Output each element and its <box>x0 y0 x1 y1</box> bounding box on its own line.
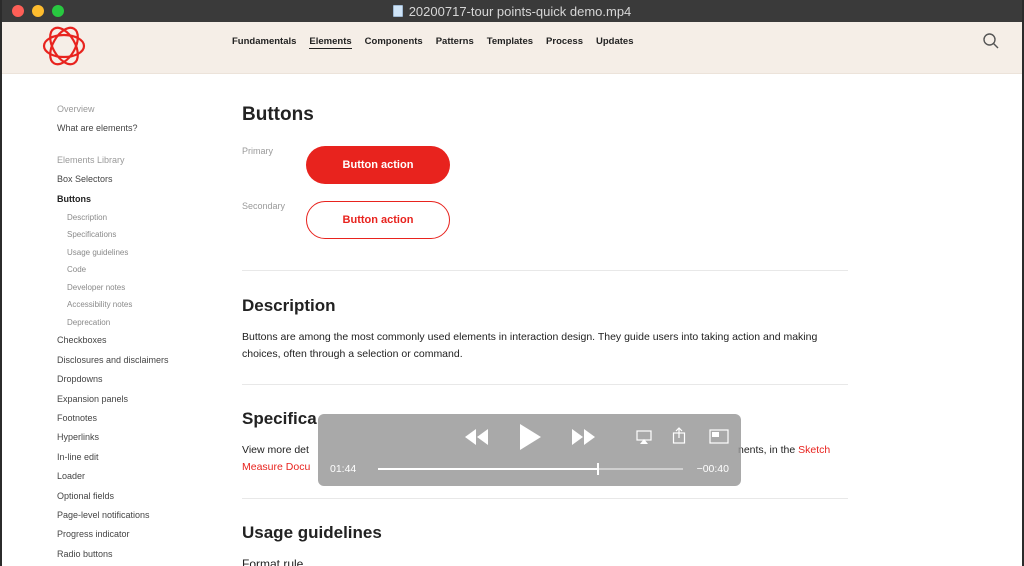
usage-subheading: Format rule <box>242 557 304 566</box>
secondary-button[interactable]: Button action <box>306 201 450 239</box>
usage-heading: Usage guidelines <box>242 523 382 542</box>
secondary-label: Secondary <box>242 201 286 211</box>
rewind-icon[interactable] <box>464 426 490 448</box>
zoom-window-button[interactable] <box>52 5 64 17</box>
nav-updates[interactable]: Updates <box>596 36 633 49</box>
picture-in-picture-icon[interactable] <box>709 429 729 444</box>
search-icon[interactable] <box>982 32 1000 50</box>
sidebar-item-radio-buttons[interactable]: Radio buttons <box>57 545 207 564</box>
primary-nav: Fundamentals Elements Components Pattern… <box>232 36 634 49</box>
sidebar-sub-description[interactable]: Description <box>57 209 207 227</box>
sidebar-sub-accessibility[interactable]: Accessibility notes <box>57 296 207 314</box>
page-title: Buttons <box>242 104 314 125</box>
scrubber-progress <box>378 468 598 470</box>
sidebar-item-loader[interactable]: Loader <box>57 467 207 486</box>
main-content: Buttons Primary Button action Secondary … <box>242 104 848 566</box>
minimize-window-button[interactable] <box>32 5 44 17</box>
description-heading: Description <box>242 296 336 315</box>
spec-text-start: View more det <box>242 444 309 456</box>
sidebar-item-expansion-panels[interactable]: Expansion panels <box>57 390 207 409</box>
sidebar-item-footnotes[interactable]: Footnotes <box>57 409 207 428</box>
nav-process[interactable]: Process <box>546 36 583 49</box>
primary-button[interactable]: Button action <box>306 146 450 184</box>
document-icon <box>392 5 403 17</box>
sidebar: Overview What are elements? Elements Lib… <box>57 100 207 564</box>
close-window-button[interactable] <box>12 5 24 17</box>
brand-logo[interactable] <box>36 18 92 74</box>
measure-docs-link[interactable]: Measure Docu <box>242 461 310 473</box>
sidebar-item-optional-fields[interactable]: Optional fields <box>57 487 207 506</box>
sidebar-item-checkboxes[interactable]: Checkboxes <box>57 331 207 350</box>
app-window: 20200717-tour points-quick demo.mp4 Fund… <box>0 0 1024 566</box>
remaining-time: −00:40 <box>696 463 729 475</box>
scrubber-track[interactable] <box>378 463 683 475</box>
sidebar-item-dropdowns[interactable]: Dropdowns <box>57 370 207 389</box>
sidebar-library-heading: Elements Library <box>57 154 125 165</box>
divider <box>242 384 848 385</box>
window-title-text: 20200717-tour points-quick demo.mp4 <box>408 3 632 19</box>
fast-forward-icon[interactable] <box>570 426 596 448</box>
window-title: 20200717-tour points-quick demo.mp4 <box>392 3 632 19</box>
play-icon[interactable] <box>518 423 542 451</box>
sidebar-sub-code[interactable]: Code <box>57 261 207 279</box>
spec-text-end: nents, in the <box>738 444 799 456</box>
sidebar-buttons[interactable]: Buttons <box>57 190 207 209</box>
sidebar-item-page-notifications[interactable]: Page-level notifications <box>57 506 207 525</box>
nav-fundamentals[interactable]: Fundamentals <box>232 36 296 49</box>
elapsed-time: 01:44 <box>330 463 357 475</box>
sidebar-sub-deprecation[interactable]: Deprecation <box>57 314 207 332</box>
nav-elements[interactable]: Elements <box>309 36 352 49</box>
sidebar-sub-developer-notes[interactable]: Developer notes <box>57 279 207 297</box>
video-controls-overlay: 01:44 −00:40 <box>318 414 741 486</box>
description-text: Buttons are among the most commonly used… <box>242 331 818 360</box>
sketch-link[interactable]: Sketch <box>798 444 830 456</box>
sidebar-what-are-elements[interactable]: What are elements? <box>57 119 207 138</box>
divider <box>242 498 848 499</box>
specifications-heading: Specifica <box>242 409 317 428</box>
airplay-icon[interactable] <box>636 429 652 445</box>
nav-templates[interactable]: Templates <box>487 36 533 49</box>
nav-components[interactable]: Components <box>365 36 423 49</box>
sidebar-sub-usage[interactable]: Usage guidelines <box>57 244 207 262</box>
title-bar: 20200717-tour points-quick demo.mp4 <box>2 0 1022 22</box>
scrubber-handle[interactable] <box>596 463 599 475</box>
sidebar-item-inline-edit[interactable]: In-line edit <box>57 448 207 467</box>
primary-button-row: Primary Button action <box>242 146 450 184</box>
window-controls <box>12 5 64 17</box>
sidebar-overview[interactable]: Overview <box>57 100 207 119</box>
specifications-text-right: nents, in the Sketch <box>738 442 868 459</box>
sidebar-item-disclosures[interactable]: Disclosures and disclaimers <box>57 351 207 370</box>
nav-patterns[interactable]: Patterns <box>436 36 474 49</box>
primary-label: Primary <box>242 146 273 156</box>
sidebar-item-hyperlinks[interactable]: Hyperlinks <box>57 428 207 447</box>
share-icon[interactable] <box>672 427 686 445</box>
divider <box>242 270 848 271</box>
sidebar-box-selectors[interactable]: Box Selectors <box>57 170 207 189</box>
sidebar-sub-specifications[interactable]: Specifications <box>57 226 207 244</box>
top-navigation: Fundamentals Elements Components Pattern… <box>2 22 1022 74</box>
secondary-button-row: Secondary Button action <box>242 201 450 239</box>
sidebar-item-progress-indicator[interactable]: Progress indicator <box>57 525 207 544</box>
